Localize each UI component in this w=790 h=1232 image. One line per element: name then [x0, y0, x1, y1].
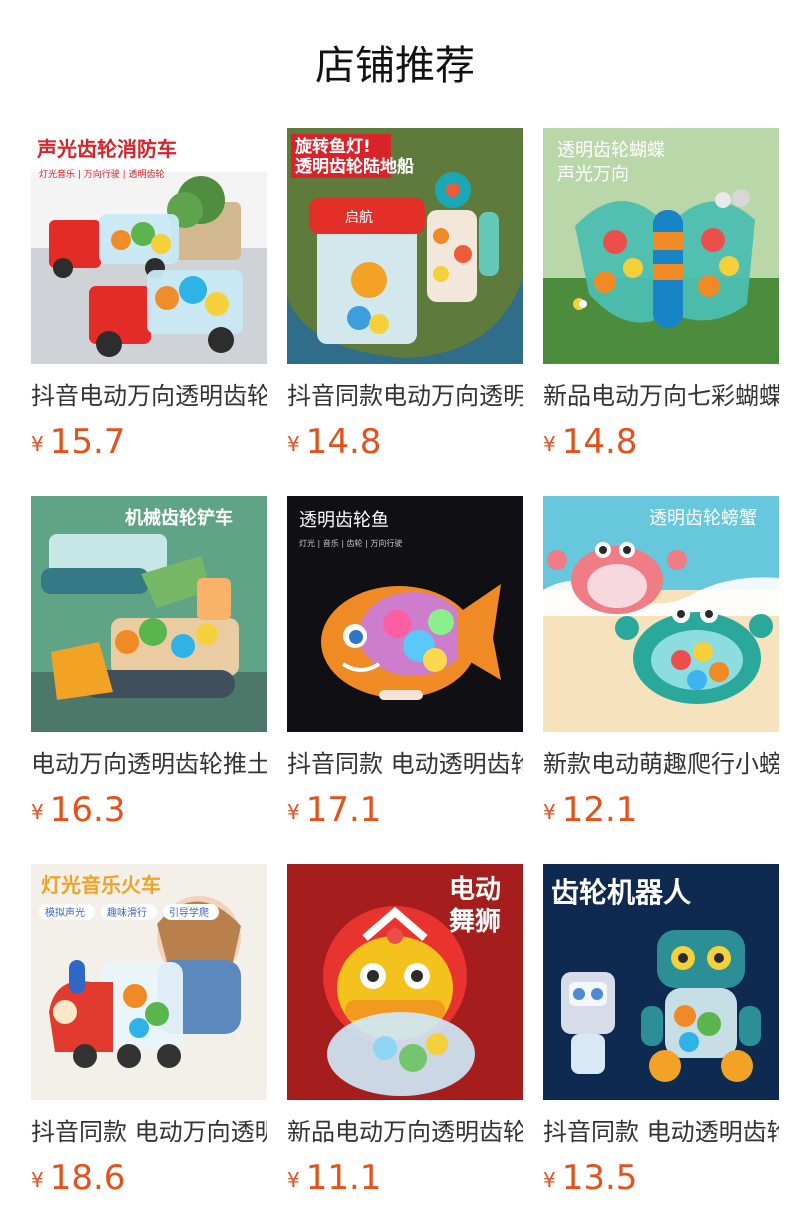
- product-card[interactable]: 透明齿轮鱼 灯光 | 音乐 | 齿轮 | 万向行驶 抖音同款 电动透明齿轮鱼 ¥1…: [287, 496, 523, 864]
- currency-symbol: ¥: [31, 432, 44, 456]
- currency-symbol: ¥: [543, 432, 556, 456]
- currency-symbol: ¥: [31, 800, 44, 824]
- product-title[interactable]: 电动万向透明齿轮推土机: [31, 746, 267, 782]
- price-amount: 11.1: [305, 1158, 382, 1198]
- price-amount: 15.7: [49, 422, 126, 462]
- product-price: ¥18.6: [31, 1158, 267, 1198]
- product-price: ¥14.8: [543, 422, 779, 462]
- product-title[interactable]: 新款电动萌趣爬行小螃蟹: [543, 746, 779, 782]
- store-recommendations-page: 店铺推荐 声光齿轮消防车 灯光音乐 | 万向行驶 | 透明齿轮 抖音电动万向透明…: [0, 0, 790, 1232]
- image-headline: 齿轮机器人: [551, 876, 691, 909]
- image-headline: 透明齿轮螃蟹: [649, 508, 757, 529]
- product-card[interactable]: 灯光音乐火车 模拟声光 趣味滑行 引导学爬 抖音同款 电动万向透明齿轮火车 ¥18…: [31, 864, 267, 1232]
- svg-text:启航: 启航: [345, 210, 373, 226]
- product-title[interactable]: 新品电动万向七彩蝴蝶玩具: [543, 378, 779, 414]
- price-amount: 13.5: [561, 1158, 638, 1198]
- price-amount: 16.3: [49, 790, 126, 830]
- product-price: ¥14.8: [287, 422, 523, 462]
- product-price: ¥16.3: [31, 790, 267, 830]
- product-title[interactable]: 抖音同款 电动透明齿轮鱼: [287, 746, 523, 782]
- product-image[interactable]: 机械齿轮铲车: [31, 496, 267, 732]
- price-amount: 18.6: [49, 1158, 126, 1198]
- currency-symbol: ¥: [287, 1168, 300, 1192]
- currency-symbol: ¥: [543, 1168, 556, 1192]
- image-headline-1: 旋转鱼灯!: [294, 136, 371, 157]
- product-image[interactable]: 透明齿轮螃蟹: [543, 496, 779, 732]
- product-title[interactable]: 新品电动万向透明齿轮舞狮: [287, 1114, 523, 1150]
- price-amount: 12.1: [561, 790, 638, 830]
- image-headline-1: 电动: [449, 875, 501, 905]
- product-card[interactable]: 透明齿轮螃蟹 新款电动萌趣爬行小螃蟹 ¥12.1: [543, 496, 779, 864]
- product-price: ¥11.1: [287, 1158, 523, 1198]
- product-title[interactable]: 抖音同款 电动万向透明齿轮火车: [31, 1114, 267, 1150]
- product-price: ¥17.1: [287, 790, 523, 830]
- product-card[interactable]: 声光齿轮消防车 灯光音乐 | 万向行驶 | 透明齿轮 抖音电动万向透明齿轮消防车…: [31, 128, 267, 496]
- product-title[interactable]: 抖音同款 电动透明齿轮机器人: [543, 1114, 779, 1150]
- currency-symbol: ¥: [287, 432, 300, 456]
- price-amount: 17.1: [305, 790, 382, 830]
- product-card[interactable]: 机械齿轮铲车 电动万向透明齿轮推土机 ¥16.3: [31, 496, 267, 864]
- product-title[interactable]: 抖音同款电动万向透明齿轮陆地船: [287, 378, 523, 414]
- currency-symbol: ¥: [31, 1168, 44, 1192]
- product-card[interactable]: 电动 舞狮 新品电动万向透明齿轮舞狮 ¥11.1: [287, 864, 523, 1232]
- image-tag-2: 趣味滑行: [107, 906, 147, 919]
- page-title: 店铺推荐: [315, 43, 475, 89]
- image-headline-2: 声光万向: [557, 164, 629, 185]
- image-headline: 透明齿轮鱼: [299, 510, 389, 531]
- price-amount: 14.8: [561, 422, 638, 462]
- image-tag-1: 模拟声光: [45, 906, 85, 919]
- price-amount: 14.8: [305, 422, 382, 462]
- product-image[interactable]: 灯光音乐火车 模拟声光 趣味滑行 引导学爬: [31, 864, 267, 1100]
- product-image[interactable]: 透明齿轮蝴蝶 声光万向: [543, 128, 779, 364]
- product-image[interactable]: 齿轮机器人: [543, 864, 779, 1100]
- product-image[interactable]: 透明齿轮鱼 灯光 | 音乐 | 齿轮 | 万向行驶: [287, 496, 523, 732]
- image-subline: 灯光音乐 | 万向行驶 | 透明齿轮: [39, 168, 165, 180]
- currency-symbol: ¥: [287, 800, 300, 824]
- product-image[interactable]: 旋转鱼灯! 透明齿轮陆地船 启航: [287, 128, 523, 364]
- product-card[interactable]: 旋转鱼灯! 透明齿轮陆地船 启航 抖音同款电动万向透明齿轮陆地船 ¥14.8: [287, 128, 523, 496]
- product-image[interactable]: 声光齿轮消防车 灯光音乐 | 万向行驶 | 透明齿轮: [31, 128, 267, 364]
- product-card[interactable]: 齿轮机器人 抖音同款 电动透明齿轮机器人 ¥13.5: [543, 864, 779, 1232]
- image-headline-1: 透明齿轮蝴蝶: [557, 140, 665, 161]
- product-title[interactable]: 抖音电动万向透明齿轮消防车: [31, 378, 267, 414]
- image-headline: 机械齿轮铲车: [125, 507, 233, 529]
- image-headline-2: 透明齿轮陆地船: [295, 156, 414, 177]
- image-tag-3: 引导学爬: [169, 906, 209, 919]
- product-card[interactable]: 透明齿轮蝴蝶 声光万向 新品电动万向七彩蝴蝶玩具 ¥14.8: [543, 128, 779, 496]
- image-headline-2: 舞狮: [449, 907, 501, 937]
- product-price: ¥15.7: [31, 422, 267, 462]
- image-headline: 声光齿轮消防车: [36, 137, 177, 161]
- product-image[interactable]: 电动 舞狮: [287, 864, 523, 1100]
- image-headline: 灯光音乐火车: [41, 873, 161, 897]
- product-price: ¥13.5: [543, 1158, 779, 1198]
- image-subline: 灯光 | 音乐 | 齿轮 | 万向行驶: [299, 538, 402, 548]
- product-price: ¥12.1: [543, 790, 779, 830]
- currency-symbol: ¥: [543, 800, 556, 824]
- product-grid: 声光齿轮消防车 灯光音乐 | 万向行驶 | 透明齿轮 抖音电动万向透明齿轮消防车…: [31, 128, 779, 1232]
